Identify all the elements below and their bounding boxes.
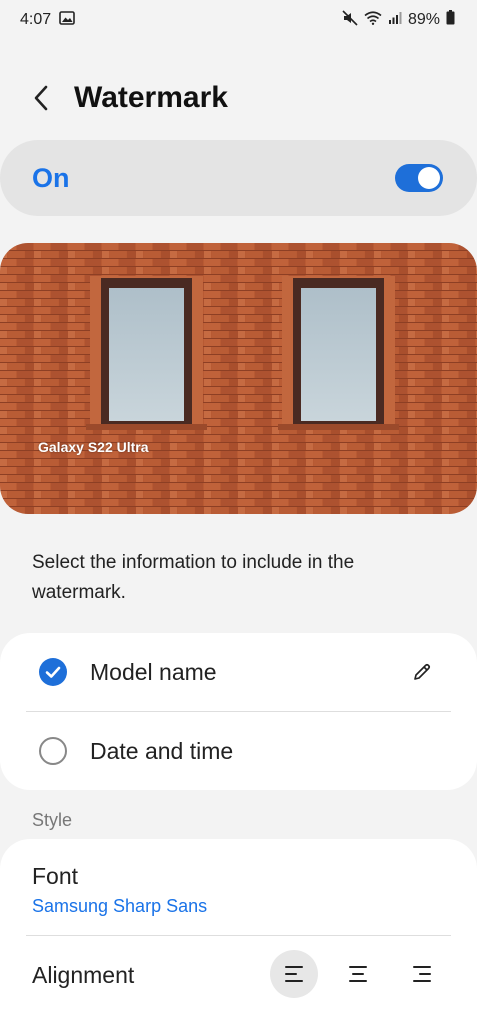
align-center-icon xyxy=(349,966,367,982)
alignment-title: Alignment xyxy=(32,962,135,988)
watermark-switch[interactable] xyxy=(395,164,443,192)
align-center-button[interactable] xyxy=(334,950,382,998)
option-label: Date and time xyxy=(90,737,234,764)
checked-icon[interactable] xyxy=(39,658,67,686)
page-title: Watermark xyxy=(74,81,228,114)
status-bar: 4:07 89% xyxy=(0,0,477,40)
back-arrow-icon xyxy=(34,85,48,111)
font-setting[interactable]: Font Samsung Sharp Sans xyxy=(0,839,477,935)
option-model-name[interactable]: Model name xyxy=(0,633,477,711)
option-date-time[interactable]: Date and time xyxy=(0,712,477,790)
back-button[interactable] xyxy=(22,78,62,118)
battery-percent: 89% xyxy=(407,11,440,28)
align-left-icon xyxy=(285,966,303,982)
edit-model-name-button[interactable] xyxy=(408,658,436,686)
status-right: 89% xyxy=(342,9,455,31)
wifi-icon xyxy=(364,10,382,30)
pencil-icon xyxy=(414,663,431,680)
switch-knob xyxy=(418,167,440,189)
toggle-label: On xyxy=(32,162,70,193)
unchecked-icon[interactable] xyxy=(39,737,67,765)
font-value: Samsung Sharp Sans xyxy=(32,896,208,916)
align-right-icon xyxy=(413,966,431,982)
preview-image xyxy=(0,243,477,514)
alignment-setting: Alignment xyxy=(0,936,477,1016)
section-label-style: Style xyxy=(32,810,73,830)
font-title: Font xyxy=(32,863,79,889)
mute-icon xyxy=(342,9,358,31)
align-left-button[interactable] xyxy=(270,950,318,998)
app-bar: Watermark xyxy=(0,72,477,124)
watermark-overlay-text: Galaxy S22 Ultra xyxy=(38,439,149,455)
gallery-icon xyxy=(59,10,75,30)
battery-icon xyxy=(446,10,455,30)
option-label: Model name xyxy=(90,658,217,685)
watermark-preview: Galaxy S22 Ultra xyxy=(0,243,477,514)
status-left: 4:07 xyxy=(20,10,75,30)
description-text: Select the information to include in the… xyxy=(32,552,355,603)
divider xyxy=(26,711,451,712)
status-time: 4:07 xyxy=(20,11,52,28)
style-card: Font Samsung Sharp Sans Alignment xyxy=(0,839,477,1024)
align-right-button[interactable] xyxy=(398,950,446,998)
signal-icon xyxy=(388,11,402,30)
master-toggle-row[interactable]: On xyxy=(0,140,477,216)
